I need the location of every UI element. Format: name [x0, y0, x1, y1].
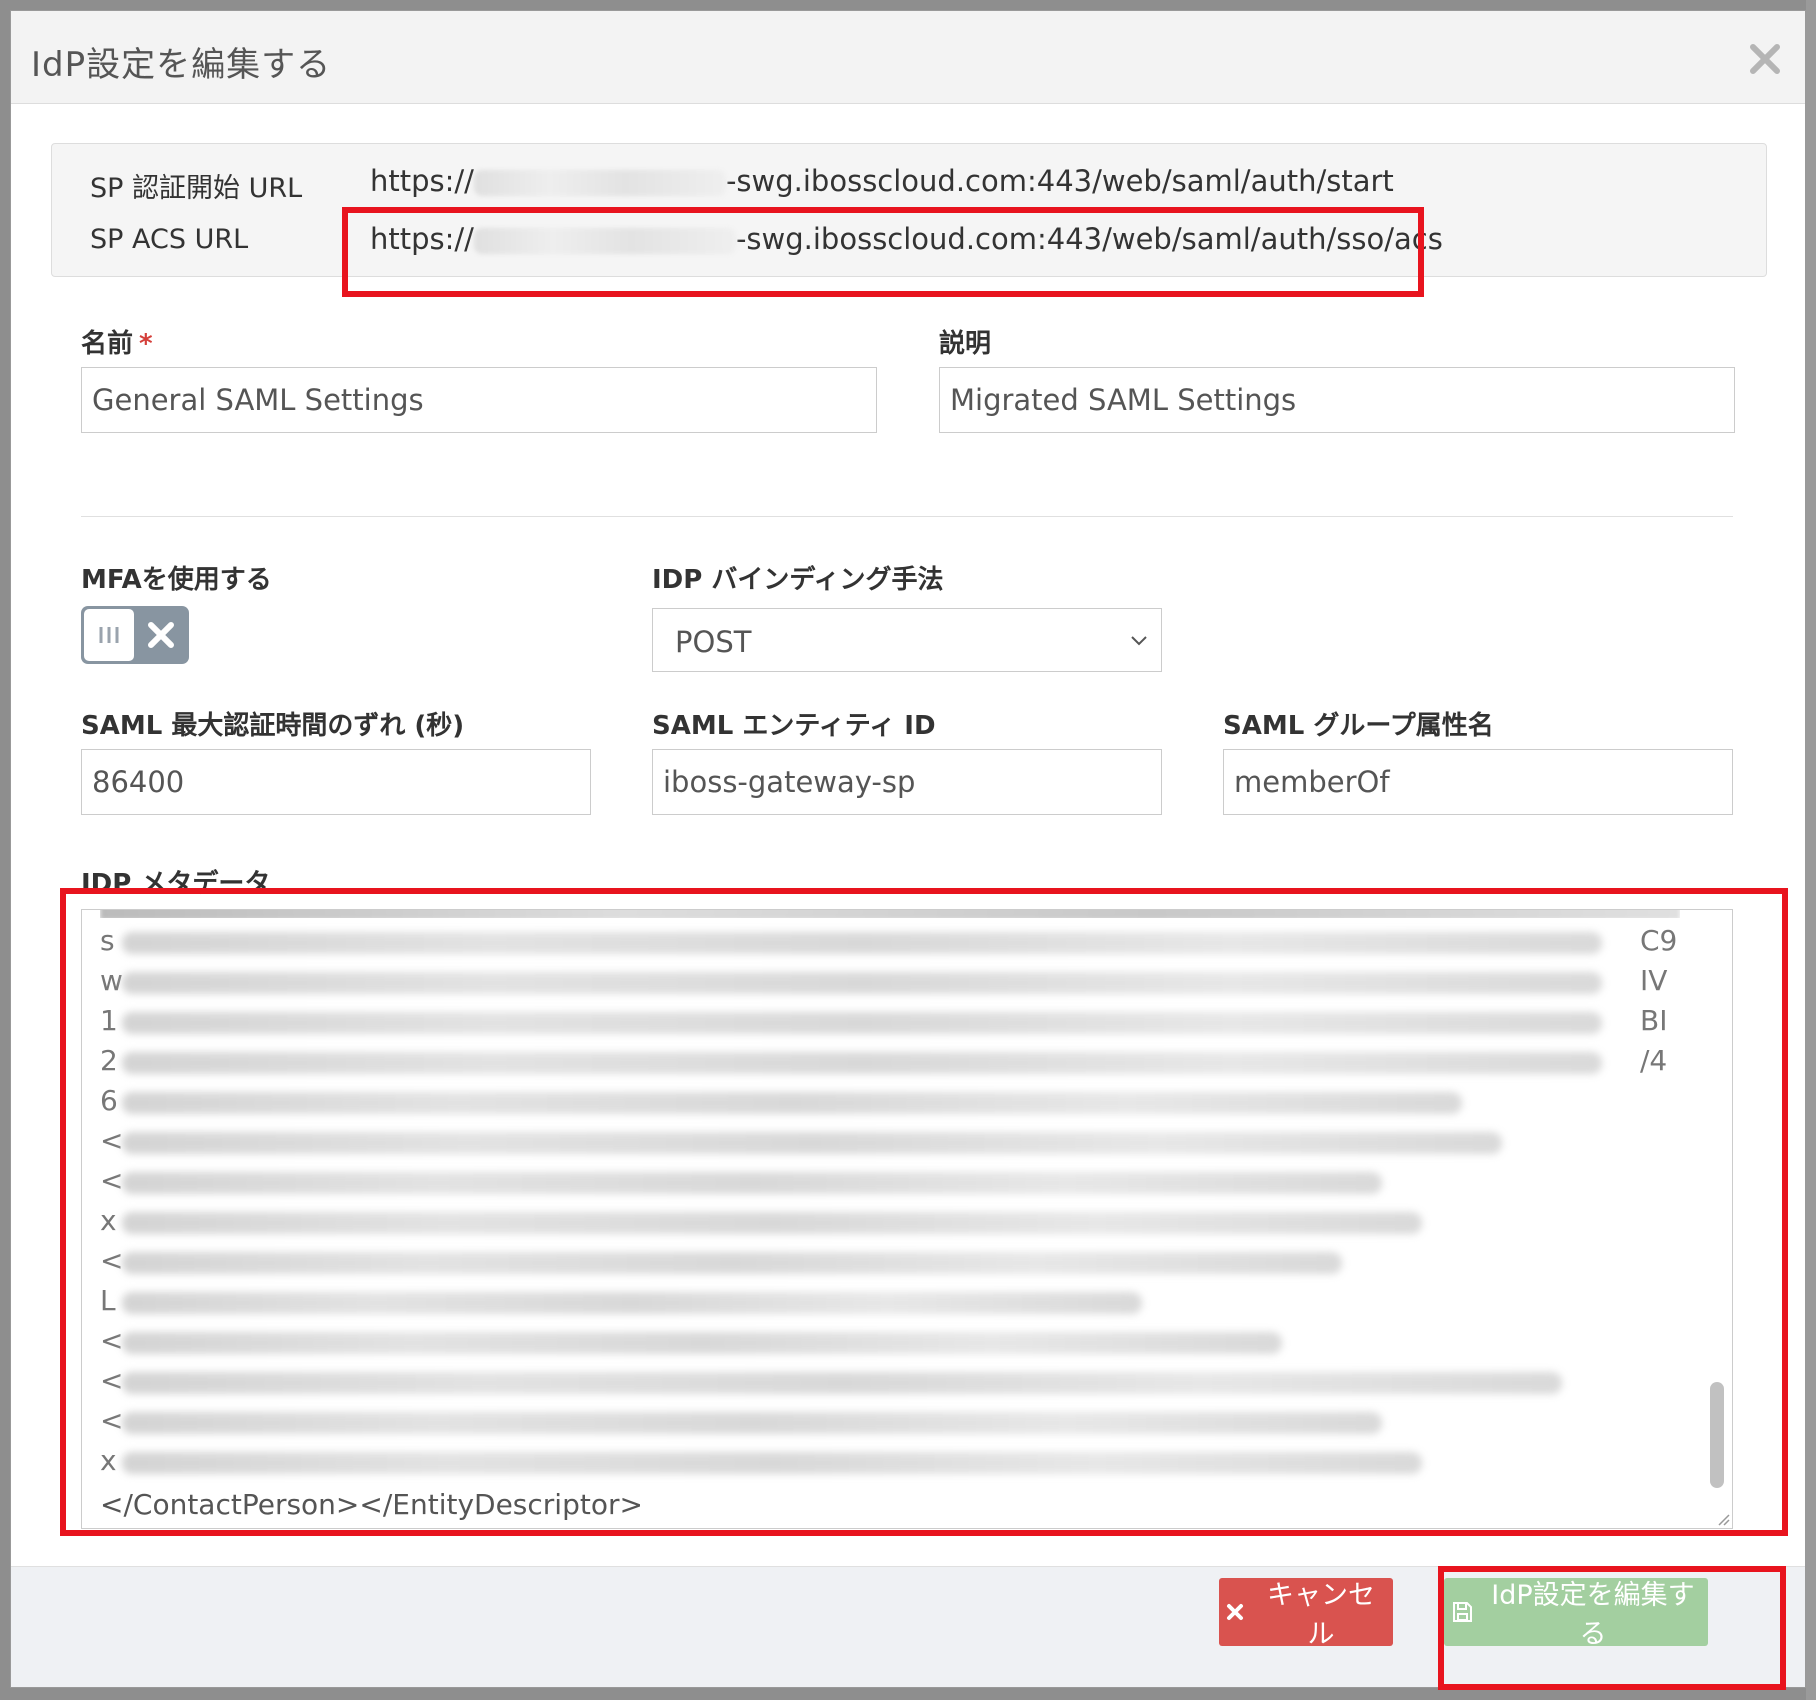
metadata-line-start: < — [100, 1244, 124, 1277]
redacted-metadata-line — [122, 1332, 1282, 1354]
save-button-label: IdP設定を編集する — [1491, 1580, 1695, 1650]
sp-acs-url-value: https:// -swg.ibosscloud.com:443/web/saml… — [370, 222, 1443, 256]
sp-acs-url-suffix: -swg.ibosscloud.com:443/web/saml/auth/ss… — [735, 222, 1443, 256]
metadata-line-end: IV — [1640, 964, 1668, 997]
clipped-text-line — [100, 910, 1680, 918]
resize-grip-icon[interactable] — [1714, 1510, 1730, 1526]
metadata-line-start: 1 — [100, 1004, 118, 1037]
page-backdrop — [1806, 0, 1816, 1700]
metadata-line-end: BI — [1640, 1004, 1668, 1037]
sp-start-url-value: https:// -swg.ibosscloud.com:443/web/saml… — [370, 164, 1394, 198]
name-label-text: 名前 — [81, 329, 134, 359]
toggle-off-icon — [148, 622, 174, 648]
dialog-header: IdP設定を編集する — [11, 11, 1805, 104]
toggle-grip-icon — [84, 609, 134, 661]
mfa-toggle[interactable] — [81, 606, 189, 664]
redacted-metadata-line — [122, 1052, 1602, 1074]
binding-select[interactable]: POST — [652, 608, 1162, 672]
entity-id-label: SAML エンティティ ID — [652, 711, 936, 741]
entity-id-input[interactable] — [652, 749, 1162, 815]
metadata-textarea[interactable]: s C9 w IV 1 BI 2/4 6 < < x < L < < < x </ContactPerson><… — [81, 909, 1733, 1529]
binding-selected-value: POST — [675, 625, 752, 659]
name-input[interactable] — [81, 367, 877, 433]
sp-acs-url-prefix: https:// — [370, 222, 474, 256]
metadata-line-start: x — [100, 1204, 117, 1237]
metadata-line-end: /4 — [1640, 1044, 1668, 1077]
metadata-line-start: x — [100, 1444, 117, 1477]
redacted-metadata-line — [122, 1172, 1382, 1194]
metadata-line-start: s — [100, 924, 115, 957]
redacted-host — [473, 228, 736, 254]
close-icon — [1227, 1604, 1243, 1620]
sp-start-url-suffix: -swg.ibosscloud.com:443/web/saml/auth/st… — [725, 164, 1394, 198]
dialog-title: IdP設定を編集する — [31, 45, 332, 85]
description-label: 説明 — [939, 329, 992, 359]
metadata-line-start: w — [100, 964, 123, 997]
chevron-down-icon — [1131, 636, 1147, 646]
metadata-line-start: 6 — [100, 1084, 118, 1117]
close-icon[interactable] — [1745, 39, 1785, 79]
binding-label: IDP バインディング手法 — [652, 565, 944, 595]
metadata-line-start: < — [100, 1364, 124, 1397]
redacted-host — [473, 170, 726, 196]
redacted-metadata-line — [122, 1292, 1142, 1314]
skew-input[interactable] — [81, 749, 591, 815]
floppy-disk-icon — [1453, 1602, 1472, 1622]
redacted-metadata-line — [122, 1412, 1382, 1434]
cancel-button-label: キャンセル — [1267, 1580, 1375, 1650]
metadata-line-start: L — [100, 1284, 116, 1317]
redacted-metadata-line — [122, 1132, 1502, 1154]
mfa-label: MFAを使用する — [81, 565, 272, 595]
metadata-line-start: < — [100, 1324, 124, 1357]
redacted-metadata-line — [122, 1092, 1462, 1114]
name-label: 名前 * — [81, 323, 153, 360]
metadata-line-end: C9 — [1640, 924, 1678, 957]
sp-start-url-label: SP 認証開始 URL — [90, 173, 303, 204]
sp-acs-url-label: SP ACS URL — [90, 224, 249, 255]
group-attr-label: SAML グループ属性名 — [1223, 711, 1494, 741]
skew-label: SAML 最大認証時間のずれ (秒) — [81, 711, 465, 741]
redacted-metadata-line — [122, 932, 1602, 954]
sp-start-url-prefix: https:// — [370, 164, 474, 198]
redacted-metadata-line — [122, 1372, 1562, 1394]
edit-idp-dialog: IdP設定を編集する SP 認証開始 URL https:// -swg.ibos… — [10, 10, 1806, 1688]
metadata-line-start: < — [100, 1124, 124, 1157]
redacted-metadata-line — [122, 972, 1602, 994]
description-input[interactable] — [939, 367, 1735, 433]
metadata-line-start: < — [100, 1164, 124, 1197]
redacted-metadata-line — [122, 1012, 1602, 1034]
metadata-last-line: </ContactPerson></EntityDescriptor> — [100, 1488, 643, 1521]
save-idp-button[interactable]: IdP設定を編集する — [1444, 1578, 1708, 1650]
metadata-label: IDP メタデータ — [81, 869, 271, 899]
metadata-line-start: 2 — [100, 1044, 118, 1077]
required-marker: * — [139, 329, 153, 359]
metadata-line-start: < — [100, 1404, 124, 1437]
section-divider — [81, 516, 1733, 517]
redacted-metadata-line — [122, 1252, 1342, 1274]
sp-url-panel: SP 認証開始 URL https:// -swg.ibosscloud.com:… — [51, 143, 1767, 277]
redacted-metadata-line — [122, 1212, 1422, 1234]
cancel-button[interactable]: キャンセル — [1219, 1578, 1393, 1650]
textarea-scrollbar[interactable] — [1710, 1382, 1724, 1488]
group-attr-input[interactable] — [1223, 749, 1733, 815]
redacted-metadata-line — [122, 1452, 1422, 1474]
